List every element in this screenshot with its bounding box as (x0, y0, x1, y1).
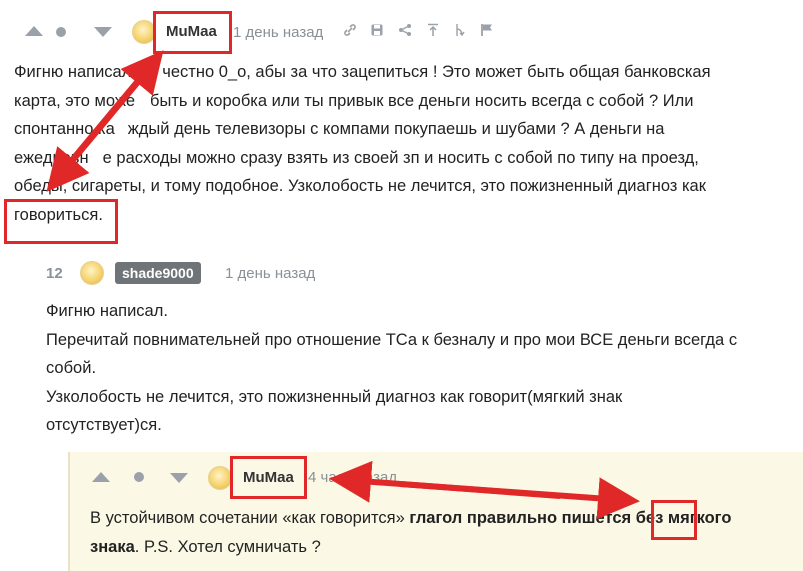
arrow-line (69, 50, 164, 162)
annotation-arrows (46, 50, 640, 520)
arrow-line (399, 477, 640, 520)
